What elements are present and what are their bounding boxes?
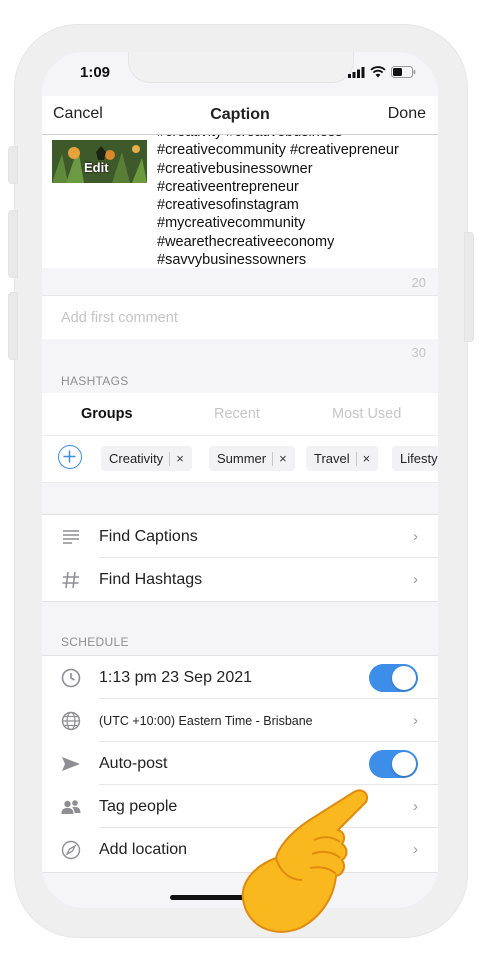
comment-remaining-count: 30 (411, 345, 426, 360)
find-hashtags-row[interactable]: Find Hashtags › (42, 558, 438, 601)
chevron-right-icon: › (413, 841, 418, 858)
chip-label: Travel (314, 451, 350, 466)
globe-icon (61, 711, 81, 731)
find-hashtags-label: Find Hashtags (99, 571, 203, 588)
remove-chip-icon[interactable]: × (176, 451, 184, 466)
edit-thumbnail-label[interactable]: Edit (84, 160, 109, 175)
hashtag-chip-travel[interactable]: Travel × (306, 446, 379, 471)
first-comment-placeholder: Add first comment (61, 310, 178, 326)
add-location-label: Add location (99, 841, 188, 858)
hashtag-chip-lifestyle[interactable]: Lifesty (392, 446, 438, 471)
remove-chip-icon[interactable]: × (363, 451, 371, 466)
volume-up-button (8, 210, 18, 278)
timezone-row[interactable]: (UTC +10:00) Eastern Time - Brisbane › (42, 699, 438, 742)
chevron-right-icon: › (413, 571, 418, 588)
schedule-datetime-row[interactable]: 1:13 pm 23 Sep 2021 (42, 656, 438, 699)
status-time: 1:09 (80, 64, 111, 81)
comment-count-row: 30 (42, 339, 438, 365)
autopost-label: Auto-post (99, 755, 168, 772)
timezone-label: (UTC +10:00) Eastern Time - Brisbane (99, 714, 313, 728)
chip-label: Lifesty (400, 451, 438, 466)
tools-list: Find Captions › Find Hashtags › (42, 514, 438, 602)
volume-down-button (8, 292, 18, 360)
autopost-row[interactable]: Auto-post (42, 742, 438, 785)
add-group-button[interactable] (58, 445, 82, 469)
schedule-datetime-label: 1:13 pm 23 Sep 2021 (99, 669, 253, 686)
chevron-right-icon: › (413, 712, 418, 729)
clock-icon (61, 668, 81, 688)
tab-recent[interactable]: Recent (214, 406, 260, 422)
hashtag-chip-creativity[interactable]: Creativity × (101, 446, 192, 471)
hashtags-section-label: HASHTAGS (61, 374, 129, 388)
status-bar: 1:09 (42, 64, 438, 84)
find-captions-label: Find Captions (99, 528, 198, 545)
hashtag-group-chips: Creativity × Summer × Travel × Lifesty (42, 435, 438, 483)
pointing-hand-icon (241, 789, 368, 933)
chip-label: Summer (217, 451, 267, 466)
caption-editor[interactable]: Edit #creativity #creativebusiness #crea… (42, 135, 438, 268)
tab-groups[interactable]: Groups (81, 406, 133, 422)
wifi-icon (370, 66, 386, 78)
send-icon (62, 757, 80, 771)
navigation-bar: Cancel Caption Done (42, 96, 438, 135)
phone-screen: 1:09 Cancel Caption Done Edit #creativec… (42, 52, 438, 908)
hashtag-tabs: Groups Recent Most Used (42, 393, 438, 435)
hashtag-icon (62, 571, 79, 589)
people-icon (61, 800, 81, 814)
location-arrow-icon (61, 840, 81, 860)
power-button (464, 232, 474, 342)
done-button[interactable]: Done (388, 105, 426, 123)
schedule-toggle[interactable] (369, 664, 418, 692)
post-thumbnail[interactable]: Edit (52, 140, 147, 183)
caption-text[interactable]: #creativity #creativebusiness #creativec… (157, 135, 399, 268)
page-title: Caption (210, 106, 270, 123)
text-lines-icon (63, 530, 79, 544)
schedule-section-label: SCHEDULE (61, 635, 129, 649)
first-comment-input[interactable]: Add first comment (42, 295, 438, 340)
plus-icon (63, 450, 76, 463)
autopost-toggle[interactable] (369, 750, 418, 778)
hashtag-chip-summer[interactable]: Summer × (209, 446, 295, 471)
battery-icon (391, 66, 416, 78)
caption-count-row: 20 (42, 269, 438, 295)
chevron-right-icon: › (413, 798, 418, 815)
caption-remaining-count: 20 (411, 275, 426, 290)
chevron-right-icon: › (413, 528, 418, 545)
signal-icon (348, 66, 365, 78)
silent-switch (8, 146, 18, 184)
remove-chip-icon[interactable]: × (279, 451, 287, 466)
find-captions-row[interactable]: Find Captions › (42, 515, 438, 558)
tag-people-label: Tag people (99, 798, 178, 815)
tab-most-used[interactable]: Most Used (332, 406, 401, 422)
chip-label: Creativity (109, 451, 164, 466)
